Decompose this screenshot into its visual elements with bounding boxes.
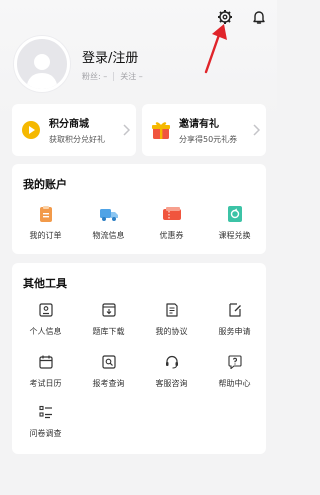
- account-item-label: 物流信息: [92, 231, 125, 240]
- tool-label: 报考查询: [92, 379, 125, 388]
- search-document-icon: [101, 355, 116, 369]
- points-mall-card[interactable]: 积分商城 获取积分兑好礼: [12, 104, 136, 156]
- annotation-arrow-icon: [204, 24, 227, 74]
- tool-my-agreements[interactable]: 我的协议: [140, 303, 203, 337]
- notification-bell-icon[interactable]: [251, 9, 267, 25]
- gift-icon: [152, 122, 170, 139]
- promo-title: 邀请有礼: [179, 119, 219, 130]
- tool-personal-info[interactable]: 个人信息: [14, 303, 77, 337]
- chevron-right-icon: [123, 124, 130, 136]
- stats-divider: [113, 71, 115, 81]
- tool-label: 服务申请: [218, 327, 251, 336]
- tool-registration-query[interactable]: 报考查询: [77, 355, 140, 389]
- tool-exam-calendar[interactable]: 考试日历: [14, 355, 77, 389]
- tool-label: 个人信息: [29, 327, 62, 336]
- download-box-icon: [101, 303, 116, 317]
- invite-reward-card[interactable]: 邀请有礼 分享得50元礼券: [142, 104, 266, 156]
- tool-questionnaire-survey[interactable]: 问卷调查: [14, 405, 77, 439]
- exchange-icon: [227, 206, 242, 222]
- following-count: 关注 –: [120, 71, 143, 81]
- tool-service-request[interactable]: 服务申请: [203, 303, 266, 337]
- edit-document-icon: [228, 303, 241, 317]
- tool-label: 问卷调查: [29, 429, 62, 438]
- coin-play-icon: [22, 121, 40, 139]
- clipboard-icon: [39, 206, 52, 222]
- chevron-right-icon: [253, 124, 260, 136]
- document-icon: [165, 303, 178, 317]
- help-icon: [227, 355, 242, 369]
- account-item-logistics[interactable]: 物流信息: [77, 206, 140, 241]
- truck-icon: [99, 209, 118, 221]
- promo-title: 积分商城: [49, 119, 89, 130]
- account-item-orders[interactable]: 我的订单: [14, 206, 77, 241]
- tool-help-center[interactable]: 帮助中心: [203, 355, 266, 389]
- tool-label: 客服咨询: [155, 379, 188, 388]
- login-register-link[interactable]: 登录/注册: [82, 47, 143, 66]
- fans-count: 粉丝: –: [82, 71, 108, 81]
- headset-icon: [165, 355, 178, 369]
- tool-label: 我的协议: [155, 327, 188, 336]
- section-title: 我的账户: [23, 178, 67, 191]
- tool-label: 题库下载: [92, 327, 125, 336]
- follow-stats: 粉丝: – 关注 –: [82, 71, 143, 82]
- tool-question-bank-download[interactable]: 题库下载: [77, 303, 140, 337]
- ticket-icon: [162, 207, 181, 220]
- tool-customer-service[interactable]: 客服咨询: [140, 355, 203, 389]
- account-item-label: 优惠券: [159, 231, 184, 240]
- calendar-icon: [38, 355, 53, 369]
- account-item-label: 课程兑换: [218, 231, 251, 240]
- survey-icon: [38, 405, 52, 419]
- promo-subtitle: 获取积分兑好礼: [49, 135, 105, 144]
- other-tools-card: 其他工具 个人信息 题库下载 我的协议 服务申请 考试日历 报考查询 客服咨询 …: [12, 263, 266, 454]
- my-account-card: 我的账户 我的订单 物流信息 优惠券 课程兑换: [12, 164, 266, 254]
- section-title: 其他工具: [23, 277, 67, 290]
- account-item-course-exchange[interactable]: 课程兑换: [203, 206, 266, 241]
- profile-section: 登录/注册 粉丝: – 关注 –: [14, 36, 143, 92]
- account-item-label: 我的订单: [29, 231, 62, 240]
- id-card-icon: [38, 303, 53, 317]
- user-silhouette-icon: [26, 54, 58, 89]
- tool-label: 考试日历: [29, 379, 62, 388]
- promo-subtitle: 分享得50元礼券: [179, 135, 238, 144]
- account-item-coupons[interactable]: 优惠券: [140, 206, 203, 241]
- avatar[interactable]: [14, 36, 70, 92]
- tool-label: 帮助中心: [218, 379, 251, 388]
